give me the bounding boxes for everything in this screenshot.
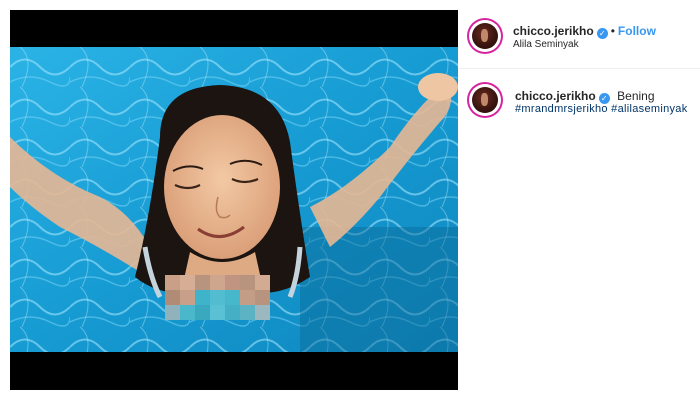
caption-username[interactable]: chicco.jerikho	[515, 89, 596, 103]
profile-avatar-icon	[472, 87, 498, 113]
caption-text: Bening	[617, 89, 655, 103]
header-avatar[interactable]	[469, 20, 501, 52]
header-separator: •	[610, 24, 615, 38]
follow-button[interactable]: Follow	[618, 24, 656, 38]
post-header: chicco.jerikho ✓ • Follow Alila Seminyak	[469, 17, 694, 57]
verified-badge-icon: ✓	[596, 28, 608, 39]
header-divider	[459, 68, 700, 69]
post-side-panel	[459, 10, 700, 390]
caption-row: chicco.jerikho ✓ Bening #mrandmrsjerikho …	[469, 82, 700, 142]
post-location[interactable]: Alila Seminyak	[513, 39, 579, 50]
header-username[interactable]: chicco.jerikho	[513, 24, 594, 38]
profile-avatar-icon	[472, 23, 498, 49]
censor-mosaic	[165, 275, 270, 320]
caption-avatar[interactable]	[469, 84, 501, 116]
caption-hashtags[interactable]: #mrandmrsjerikho #alilaseminyak	[515, 103, 688, 115]
